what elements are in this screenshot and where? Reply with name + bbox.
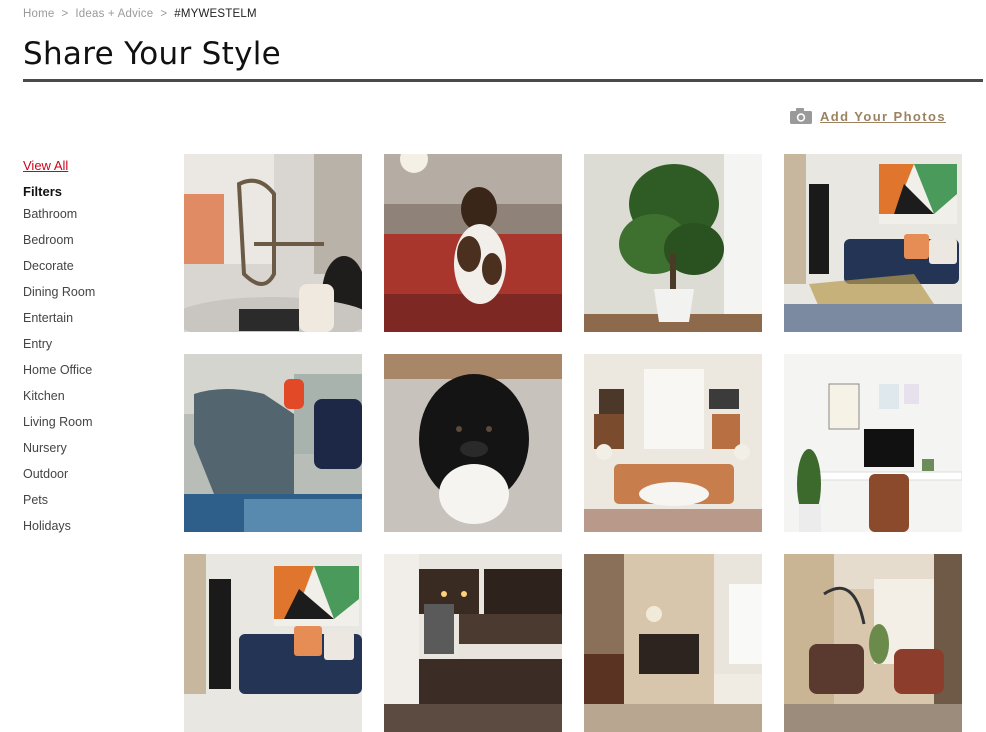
photo-tile[interactable] bbox=[384, 354, 562, 532]
photo-tile[interactable] bbox=[784, 554, 962, 732]
filter-home-office[interactable]: Home Office bbox=[23, 362, 163, 388]
filter-outdoor[interactable]: Outdoor bbox=[23, 466, 163, 492]
photo-tile[interactable] bbox=[184, 154, 362, 332]
filter-pets[interactable]: Pets bbox=[23, 492, 163, 518]
breadcrumb: Home > Ideas + Advice > #MYWESTELM bbox=[23, 8, 257, 20]
add-photos-link[interactable]: Add Your Photos bbox=[790, 108, 946, 124]
breadcrumb-home[interactable]: Home bbox=[23, 8, 54, 20]
filter-holidays[interactable]: Holidays bbox=[23, 518, 163, 544]
photo-tile[interactable] bbox=[184, 554, 362, 732]
filters-heading: Filters bbox=[23, 184, 63, 199]
photo-grid bbox=[184, 154, 964, 732]
filter-decorate[interactable]: Decorate bbox=[23, 258, 163, 284]
filter-nursery[interactable]: Nursery bbox=[23, 440, 163, 466]
breadcrumb-separator: > bbox=[160, 8, 168, 20]
photo-tile[interactable] bbox=[384, 154, 562, 332]
photo-tile[interactable] bbox=[784, 154, 962, 332]
photo-tile[interactable] bbox=[384, 554, 562, 732]
breadcrumb-current: #MYWESTELM bbox=[174, 8, 257, 20]
title-divider bbox=[23, 79, 983, 82]
filter-entertain[interactable]: Entertain bbox=[23, 310, 163, 336]
view-all-link[interactable]: View All bbox=[23, 158, 68, 173]
camera-icon bbox=[790, 108, 812, 124]
filter-bedroom[interactable]: Bedroom bbox=[23, 232, 163, 258]
filter-list: Bathroom Bedroom Decorate Dining Room En… bbox=[23, 206, 163, 544]
breadcrumb-ideas-advice[interactable]: Ideas + Advice bbox=[75, 8, 153, 20]
photo-tile[interactable] bbox=[184, 354, 362, 532]
filter-entry[interactable]: Entry bbox=[23, 336, 163, 362]
page-title: Share Your Style bbox=[23, 36, 282, 72]
filter-living-room[interactable]: Living Room bbox=[23, 414, 163, 440]
photo-tile[interactable] bbox=[584, 154, 762, 332]
filter-dining-room[interactable]: Dining Room bbox=[23, 284, 163, 310]
breadcrumb-separator: > bbox=[61, 8, 69, 20]
photo-tile[interactable] bbox=[784, 354, 962, 532]
filter-kitchen[interactable]: Kitchen bbox=[23, 388, 163, 414]
photo-tile[interactable] bbox=[584, 554, 762, 732]
filter-sidebar: View All Filters Bathroom Bedroom Decora… bbox=[23, 157, 163, 544]
photo-tile[interactable] bbox=[584, 354, 762, 532]
filter-bathroom[interactable]: Bathroom bbox=[23, 206, 163, 232]
add-photos-label[interactable]: Add Your Photos bbox=[820, 109, 946, 124]
